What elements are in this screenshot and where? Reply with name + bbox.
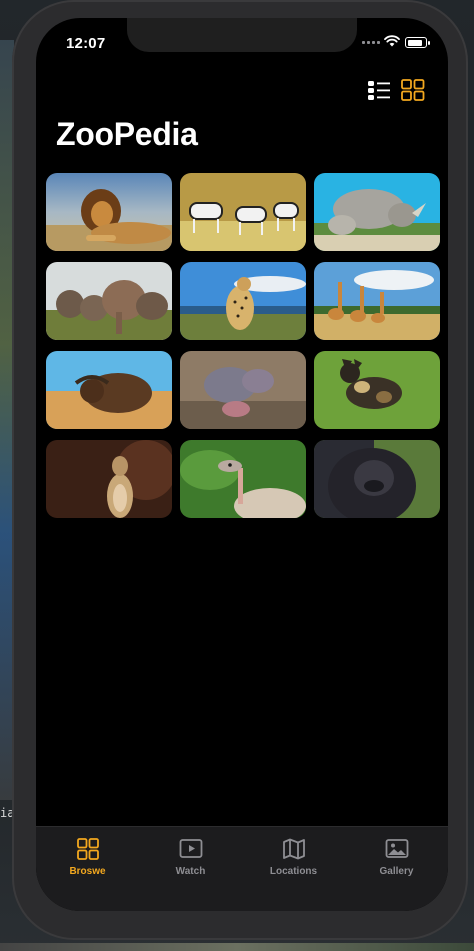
tab-label-browse: Broswe bbox=[69, 866, 106, 877]
zebra-photo bbox=[180, 173, 306, 251]
hippo-photo bbox=[180, 351, 306, 429]
cheetah-photo bbox=[180, 262, 306, 340]
grid-icon bbox=[76, 838, 99, 860]
tab-browse[interactable]: Broswe bbox=[36, 827, 139, 911]
background-dock-strip bbox=[0, 943, 474, 951]
photo-icon bbox=[385, 839, 408, 858]
animal-tile-cheetah[interactable] bbox=[180, 262, 306, 340]
animal-grid bbox=[46, 173, 440, 518]
tab-label-watch: Watch bbox=[175, 866, 206, 877]
animal-tile-rhino[interactable] bbox=[314, 173, 440, 251]
lion-photo bbox=[46, 173, 172, 251]
status-time: 12:07 bbox=[66, 35, 106, 52]
tab-bar: Broswe Watch Locations Gallery bbox=[36, 826, 448, 911]
ostrich-photo bbox=[180, 440, 306, 518]
play-icon bbox=[179, 839, 202, 858]
animal-tile-gorilla[interactable] bbox=[314, 440, 440, 518]
page-title: ZooPedia bbox=[56, 116, 198, 152]
tab-gallery[interactable]: Gallery bbox=[345, 827, 448, 911]
device-frame: 12:07 ZooPedia Broswe Watch Locations Ga… bbox=[12, 0, 468, 940]
animal-tile-meerkat[interactable] bbox=[46, 440, 172, 518]
wifi-icon bbox=[384, 35, 400, 47]
rhino-photo bbox=[314, 173, 440, 251]
cellular-signal-icon bbox=[362, 41, 380, 44]
list-view-toggle-icon[interactable] bbox=[366, 78, 392, 102]
tab-label-locations: Locations bbox=[269, 866, 318, 877]
gorilla-photo bbox=[314, 440, 440, 518]
animal-tile-ostrich[interactable] bbox=[180, 440, 306, 518]
animal-tile-hippo[interactable] bbox=[180, 351, 306, 429]
animal-tile-elephant[interactable] bbox=[46, 262, 172, 340]
battery-level bbox=[407, 39, 422, 46]
giraffe-photo bbox=[314, 262, 440, 340]
meerkat-photo bbox=[46, 440, 172, 518]
buffalo-photo bbox=[46, 351, 172, 429]
battery-icon bbox=[405, 37, 430, 48]
animal-tile-wild-dog[interactable] bbox=[314, 351, 440, 429]
device-notch bbox=[127, 18, 357, 52]
animal-tile-zebra[interactable] bbox=[180, 173, 306, 251]
animal-tile-lion[interactable] bbox=[46, 173, 172, 251]
elephant-photo bbox=[46, 262, 172, 340]
wild-dog-photo bbox=[314, 351, 440, 429]
animal-tile-giraffe[interactable] bbox=[314, 262, 440, 340]
grid-view-toggle-icon[interactable] bbox=[400, 78, 426, 102]
tab-watch[interactable]: Watch bbox=[139, 827, 242, 911]
tab-label-gallery: Gallery bbox=[379, 866, 414, 877]
tab-locations[interactable]: Locations bbox=[242, 827, 345, 911]
animal-tile-buffalo[interactable] bbox=[46, 351, 172, 429]
map-icon bbox=[282, 838, 305, 860]
phone-screen: 12:07 ZooPedia Broswe Watch Locations Ga… bbox=[36, 18, 448, 911]
